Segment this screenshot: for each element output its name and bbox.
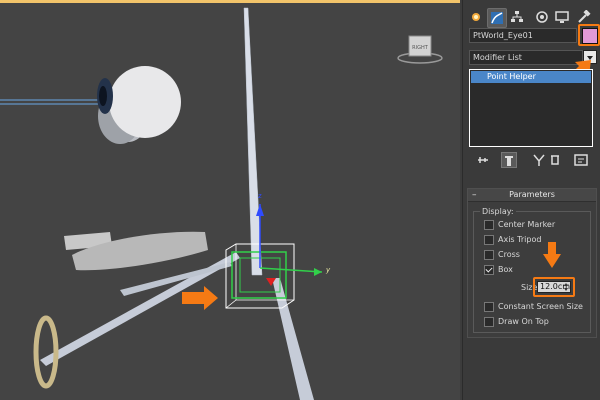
- parameters-rollout: – Parameters Display: Center Marker Axis…: [467, 188, 597, 338]
- show-end-result-button[interactable]: [501, 152, 517, 168]
- tab-motion[interactable]: [533, 8, 551, 26]
- pin-icon: [478, 157, 488, 163]
- display-group: Display: Center Marker Axis Tripod Cross…: [473, 206, 591, 333]
- cross-label: Cross: [498, 250, 520, 259]
- axis-tripod-label: Axis Tripod: [498, 235, 542, 244]
- display-monitor-icon: [555, 11, 569, 23]
- bone-right[interactable]: [272, 278, 314, 400]
- cross-checkbox[interactable]: [484, 250, 494, 260]
- tab-create[interactable]: [467, 8, 485, 26]
- configure-sets-icon: [574, 154, 588, 166]
- draw-on-top-checkbox[interactable]: [484, 317, 494, 327]
- configure-modifier-sets-button[interactable]: [573, 152, 589, 168]
- motion-icon: [536, 11, 548, 23]
- constant-screen-size-label: Constant Screen Size: [498, 302, 583, 311]
- end-result-icon: [505, 156, 513, 166]
- rollout-collapse-toggle[interactable]: –: [472, 189, 477, 201]
- viewport-scene: RIGHT z y: [0, 0, 460, 400]
- viewport-active-border: [0, 0, 460, 3]
- pin-stack-button[interactable]: [475, 152, 491, 168]
- stack-tools: [463, 152, 600, 170]
- command-panel: PtWorld_Eye01 Modifier List Point Helper…: [462, 0, 600, 400]
- make-unique-icon: [533, 154, 545, 166]
- tab-display[interactable]: [553, 8, 571, 26]
- box-label: Box: [498, 265, 513, 274]
- parameters-rollout-header[interactable]: – Parameters: [468, 189, 596, 202]
- stack-item-point-helper[interactable]: Point Helper: [471, 71, 591, 83]
- utilities-hammer-icon: [578, 10, 591, 23]
- color-swatch-highlight: [578, 24, 600, 46]
- gizmo-y-axis[interactable]: [259, 267, 323, 273]
- remove-modifier-button[interactable]: [547, 152, 563, 168]
- modifier-stack-list[interactable]: Point Helper: [469, 69, 593, 147]
- box-checkbox[interactable]: [484, 265, 494, 275]
- center-marker-label: Center Marker: [498, 220, 556, 229]
- constant-screen-size-checkbox[interactable]: [484, 302, 494, 312]
- remove-modifier-icon: [551, 155, 559, 165]
- draw-on-top-label: Draw On Top: [498, 317, 549, 326]
- gizmo-z-label: z: [258, 192, 262, 200]
- axis-tripod-checkbox[interactable]: [484, 235, 494, 245]
- modify-curve-icon: [491, 12, 503, 24]
- hierarchy-icon: [511, 11, 523, 22]
- gizmo-y-arrow[interactable]: [314, 268, 322, 276]
- ring-object[interactable]: [33, 315, 59, 389]
- eye-pupil: [99, 86, 107, 106]
- perspective-viewport[interactable]: RIGHT z y: [0, 0, 460, 400]
- create-star-icon: [472, 13, 480, 21]
- command-panel-tabs: [463, 6, 600, 28]
- callout-arrow-icon: [543, 242, 561, 268]
- tab-modify[interactable]: [487, 8, 507, 28]
- eyeball[interactable]: [109, 66, 181, 138]
- make-unique-button[interactable]: [531, 152, 547, 168]
- viewcube-label: RIGHT: [412, 45, 429, 51]
- parameters-title: Parameters: [509, 190, 555, 199]
- callout-arrow-icon: [182, 286, 218, 310]
- center-marker-checkbox[interactable]: [484, 220, 494, 230]
- gizmo-y-label: y: [325, 266, 331, 274]
- tab-hierarchy[interactable]: [508, 8, 526, 26]
- object-name-field[interactable]: PtWorld_Eye01: [469, 28, 577, 43]
- size-spinner-highlight: [533, 277, 575, 297]
- display-group-label: Display:: [480, 206, 516, 217]
